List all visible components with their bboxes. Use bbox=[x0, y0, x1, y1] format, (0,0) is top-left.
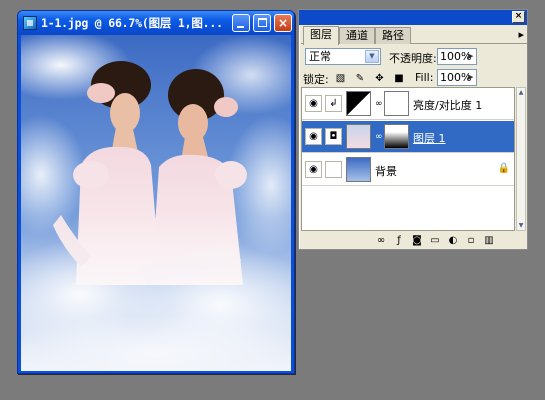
fill-label: Fill: bbox=[415, 71, 434, 84]
eye-icon[interactable]: ◉ bbox=[305, 95, 322, 112]
lock-position-icon[interactable]: ✥ bbox=[374, 73, 385, 84]
blend-mode-select[interactable]: 正常 ▼ bbox=[305, 48, 381, 65]
lock-options: ▧ ✎ ✥ ■ bbox=[335, 71, 410, 84]
blend-row: 正常 ▼ 不透明度: 100% ▶ bbox=[303, 47, 523, 66]
lock-label: 锁定: bbox=[303, 73, 329, 86]
document-window: 1-1.jpg @ 66.7%(图层 1,图... × bbox=[17, 10, 295, 374]
opacity-label: 不透明度: bbox=[389, 52, 437, 65]
blend-mode-value: 正常 bbox=[309, 50, 331, 63]
close-button[interactable]: × bbox=[274, 14, 292, 32]
layers-palette: × 图层 通道 路径 ▸ 正常 ▼ 不透明度: 100% ▶ 锁定: ▧ ✎ ✥… bbox=[298, 9, 528, 250]
layer-name: 亮度/对比度 1 bbox=[413, 99, 483, 112]
chain-link-icon[interactable]: ∞ bbox=[375, 99, 383, 109]
layer-row-background[interactable]: ◉ 背景 🔒 bbox=[302, 154, 514, 186]
layer-list: ◉ ↲ ∞ 亮度/对比度 1 ◉ ◘ ∞ 图层 1 ◉ 背景 🔒 bbox=[301, 87, 515, 231]
layer-row-brightness-contrast[interactable]: ◉ ↲ ∞ 亮度/对比度 1 bbox=[302, 88, 514, 120]
layer-thumbnail bbox=[346, 124, 371, 149]
close-icon: × bbox=[277, 16, 289, 30]
link-slot-icon[interactable] bbox=[325, 161, 342, 178]
chevron-down-icon: ▼ bbox=[365, 50, 379, 63]
eye-icon[interactable]: ◉ bbox=[305, 161, 322, 178]
clip-link-icon[interactable]: ↲ bbox=[325, 95, 342, 112]
new-adjustment-layer-icon[interactable]: ◐ bbox=[447, 235, 459, 247]
opacity-field[interactable]: 100% ▶ bbox=[437, 48, 477, 65]
adjustment-mask-thumbnail bbox=[384, 91, 409, 116]
photoshop-document-icon bbox=[23, 16, 37, 30]
layer-style-icon[interactable]: ƒ bbox=[393, 235, 405, 247]
layer-mask-thumbnail bbox=[384, 124, 409, 149]
layer-name: 背景 bbox=[375, 165, 397, 178]
tab-channels[interactable]: 通道 bbox=[339, 27, 375, 44]
maximize-icon bbox=[258, 18, 267, 27]
lock-row: 锁定: ▧ ✎ ✥ ■ Fill: 100% ▶ bbox=[303, 68, 523, 87]
layer-row-layer1[interactable]: ◉ ◘ ∞ 图层 1 bbox=[302, 121, 514, 153]
image-canvas[interactable] bbox=[21, 35, 291, 371]
palette-close-button[interactable]: × bbox=[512, 11, 525, 23]
opacity-slider-arrow-icon[interactable]: ▶ bbox=[468, 50, 475, 63]
brush-mask-icon[interactable]: ◘ bbox=[325, 128, 342, 145]
fill-field[interactable]: 100% ▶ bbox=[437, 69, 477, 86]
opacity-value: 100% bbox=[440, 50, 472, 63]
chain-link-icon[interactable]: ∞ bbox=[375, 132, 383, 142]
composite-photo bbox=[21, 35, 291, 371]
lock-all-icon[interactable]: ■ bbox=[394, 73, 405, 84]
palette-tabs: 图层 通道 路径 ▸ bbox=[301, 25, 527, 45]
trash-icon[interactable]: ▥ bbox=[483, 235, 495, 247]
tab-layers[interactable]: 图层 bbox=[303, 26, 339, 45]
minimize-icon bbox=[237, 26, 244, 28]
lock-brush-icon[interactable]: ✎ bbox=[355, 73, 366, 84]
new-layer-icon[interactable]: ▫ bbox=[465, 235, 477, 247]
scroll-up-icon[interactable]: ▲ bbox=[517, 88, 525, 97]
document-title-bar[interactable]: 1-1.jpg @ 66.7%(图层 1,图... × bbox=[18, 11, 294, 35]
scroll-down-icon[interactable]: ▼ bbox=[517, 221, 525, 230]
document-title: 1-1.jpg @ 66.7%(图层 1,图... bbox=[41, 16, 221, 30]
palette-menu-icon[interactable]: ▸ bbox=[518, 28, 524, 41]
new-group-icon[interactable]: ▭ bbox=[429, 235, 441, 247]
eye-icon[interactable]: ◉ bbox=[305, 128, 322, 145]
add-mask-icon[interactable]: ◙ bbox=[411, 235, 423, 247]
palette-toolbar: ∞ ƒ ◙ ▭ ◐ ▫ ▥ bbox=[301, 234, 525, 248]
palette-title-bar[interactable]: × bbox=[299, 10, 527, 25]
fill-slider-arrow-icon[interactable]: ▶ bbox=[468, 71, 475, 84]
minimize-button[interactable] bbox=[232, 14, 250, 32]
tab-paths[interactable]: 路径 bbox=[375, 27, 411, 44]
lock-icon: 🔒 bbox=[497, 163, 510, 174]
adjustment-thumbnail bbox=[346, 91, 371, 116]
link-layers-icon[interactable]: ∞ bbox=[375, 235, 387, 247]
layer-name: 图层 1 bbox=[413, 132, 446, 145]
layer-list-scrollbar[interactable]: ▲ ▼ bbox=[516, 87, 526, 231]
background-thumbnail bbox=[346, 157, 371, 182]
fill-value: 100% bbox=[440, 71, 472, 84]
lock-transparency-icon[interactable]: ▧ bbox=[335, 73, 346, 84]
maximize-button[interactable] bbox=[253, 14, 271, 32]
